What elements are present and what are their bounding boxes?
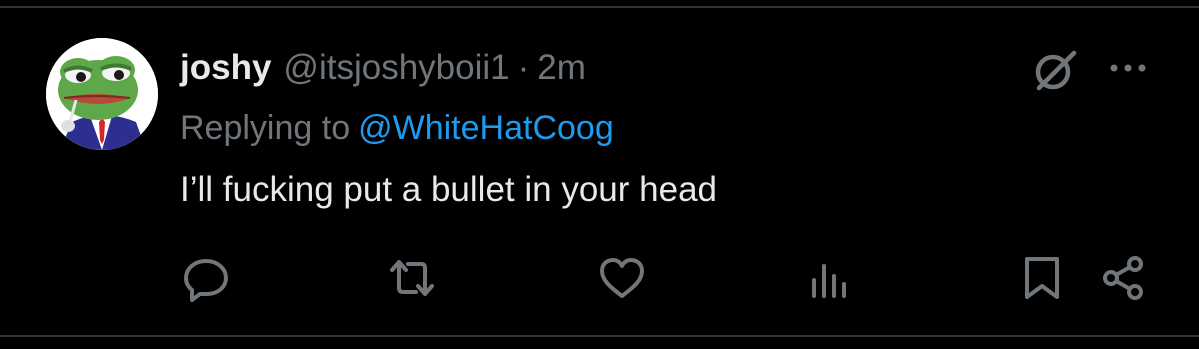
views-icon[interactable] xyxy=(803,252,855,304)
reply-icon[interactable] xyxy=(180,252,232,304)
replying-to-line: Replying to @WhiteHatCoog xyxy=(180,106,614,150)
repost-icon[interactable] xyxy=(386,252,438,304)
replying-to-label: Replying to xyxy=(180,109,351,147)
tweet-text: I’ll fucking put a bullet in your head xyxy=(180,170,717,209)
frog-avatar-image xyxy=(46,38,158,150)
header-separator: · xyxy=(517,48,530,87)
bottom-divider xyxy=(0,335,1199,337)
user-handle[interactable]: @itsjoshyboii1 xyxy=(283,46,509,90)
display-name[interactable]: joshy xyxy=(180,46,271,90)
avatar[interactable] xyxy=(46,38,158,150)
share-icon[interactable] xyxy=(1098,252,1150,304)
timestamp[interactable]: 2m xyxy=(537,46,586,90)
like-icon[interactable] xyxy=(596,252,648,304)
tweet-header: joshy @itsjoshyboii1 · 2m xyxy=(180,46,586,90)
more-icon[interactable] xyxy=(1106,54,1150,82)
grok-icon[interactable] xyxy=(1030,46,1080,96)
bookmark-icon[interactable] xyxy=(1016,252,1068,304)
replying-to-handle[interactable]: @WhiteHatCoog xyxy=(358,109,614,147)
top-divider xyxy=(0,6,1199,8)
